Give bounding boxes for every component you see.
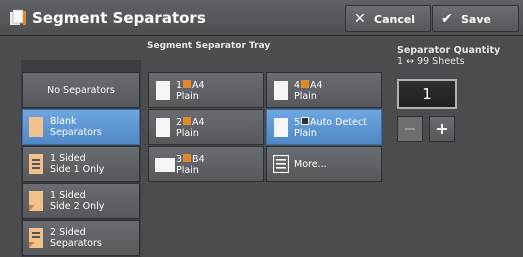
paper-icon (156, 118, 170, 137)
tray-size: A4 (192, 117, 205, 128)
option-label: Separators (50, 238, 102, 249)
close-icon: ✕ (354, 11, 366, 27)
tray-size: B4 (192, 154, 205, 165)
printed-sheet-icon (29, 228, 43, 248)
tray-heading: Segment Separator Tray (147, 41, 271, 51)
save-button[interactable]: ✔ Save (432, 5, 519, 32)
more-button-label: More... (294, 159, 327, 170)
tray-4[interactable]: 4 A4 Plain (266, 72, 382, 108)
tray-1[interactable]: 1 A4 Plain (148, 72, 264, 108)
option-blank-separators[interactable]: Blank Separators (22, 109, 140, 145)
more-button[interactable]: More... (266, 146, 382, 182)
tray-type: Plain (176, 165, 199, 176)
tray-5-auto-detect[interactable]: 5 Auto Detect Plain (266, 109, 382, 145)
quantity-field[interactable]: 1 (397, 79, 457, 109)
tray-number: 2 (176, 117, 183, 128)
tray-type: Plain (294, 91, 317, 102)
tray-size: A4 (192, 80, 205, 91)
check-icon: ✔ (441, 11, 453, 27)
option-2-sided-separators[interactable]: 2 Sided Separators (22, 220, 140, 256)
paper-icon (274, 118, 288, 137)
increment-button[interactable]: + (429, 116, 455, 142)
quantity-title: Separator Quantity (397, 45, 501, 56)
option-no-separators[interactable]: No Separators (22, 72, 140, 108)
tray-size: A4 (310, 80, 323, 91)
option-label: Separators (50, 127, 102, 138)
tray-number: 1 (176, 80, 183, 91)
tray-icon (183, 154, 192, 162)
title-bar: Segment Separators ✕ Cancel ✔ Save (0, 0, 523, 36)
option-label: 1 Sided (50, 153, 86, 164)
tray-type: Plain (176, 91, 199, 102)
bypass-tray-icon (301, 117, 310, 125)
page-title: Segment Separators (32, 9, 206, 27)
option-label: Side 1 Only (50, 164, 105, 175)
option-1-sided-side-2[interactable]: 1 Sided Side 2 Only (22, 183, 140, 219)
tray-number: 5 (294, 117, 301, 128)
option-1-sided-side-1[interactable]: 1 Sided Side 1 Only (22, 146, 140, 182)
tray-number: 4 (294, 80, 301, 91)
option-label: No Separators (47, 85, 115, 96)
quantity-range: 1 ↔ 99 Sheets (397, 56, 465, 67)
option-label: 1 Sided (50, 190, 86, 201)
tray-3[interactable]: 3 B4 Plain (148, 146, 264, 182)
paper-icon (155, 158, 175, 172)
paper-icon (274, 81, 288, 100)
tray-number: 3 (176, 154, 183, 165)
paper-icon (156, 81, 170, 100)
cancel-button[interactable]: ✕ Cancel (345, 5, 431, 32)
separator-icon (10, 9, 26, 25)
list-icon (273, 155, 289, 173)
option-label: Blank (50, 116, 77, 127)
tray-size: Auto Detect (310, 117, 367, 128)
tray-icon (183, 117, 192, 125)
printed-sheet-icon (29, 154, 43, 174)
printed-sheet-icon (29, 191, 43, 211)
option-label: Side 2 Only (50, 201, 105, 212)
quantity-heading: Separator Quantity 1 ↔ 99 Sheets (397, 45, 500, 67)
cancel-button-label: Cancel (374, 13, 416, 26)
decrement-button[interactable]: − (397, 116, 423, 142)
tray-type: Plain (294, 128, 317, 139)
tray-2[interactable]: 2 A4 Plain (148, 109, 264, 145)
blank-sheet-icon (29, 117, 43, 137)
tray-icon (301, 80, 310, 88)
tray-icon (183, 80, 192, 88)
tray-type: Plain (176, 128, 199, 139)
option-label: 2 Sided (50, 227, 86, 238)
save-button-label: Save (461, 13, 491, 26)
